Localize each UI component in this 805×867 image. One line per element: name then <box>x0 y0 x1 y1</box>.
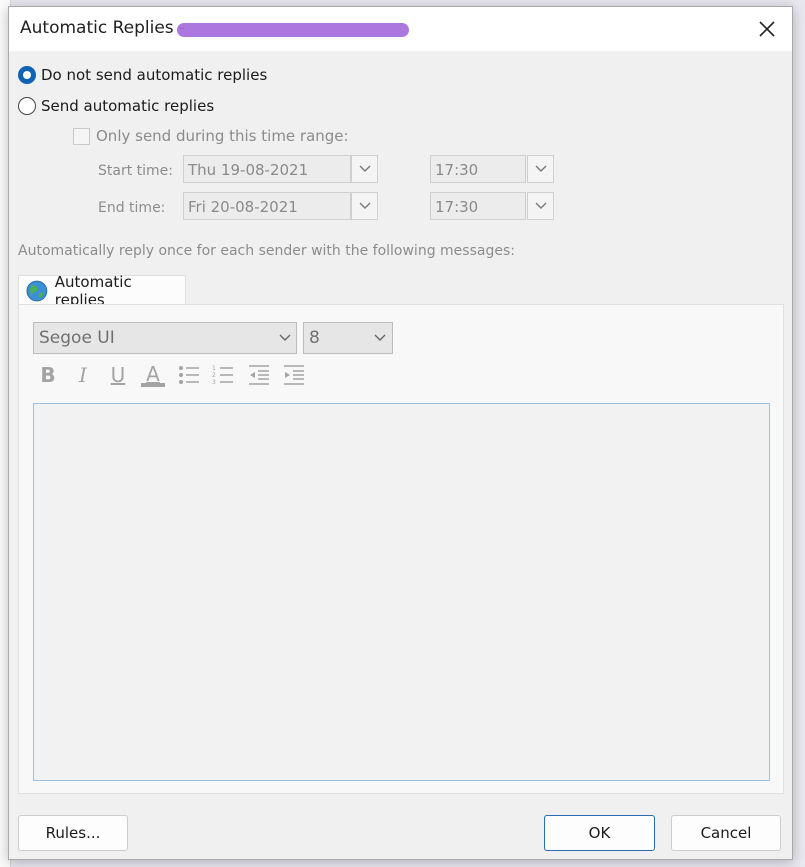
redacted-email <box>177 23 409 37</box>
start-time-dropdown[interactable] <box>527 155 554 183</box>
radio-send-replies[interactable]: Send automatic replies <box>18 97 214 115</box>
radio-selected-indicator <box>18 66 36 84</box>
underline-icon: U <box>110 363 126 387</box>
end-time-dropdown[interactable] <box>527 192 554 220</box>
italic-button[interactable]: I <box>69 361 97 389</box>
rules-button[interactable]: Rules... <box>18 815 128 851</box>
reply-editor-panel: Segoe UI 8 B I U A 1 2 3 <box>18 304 784 794</box>
bullet-list-icon <box>179 366 199 384</box>
radio-label: Do not send automatic replies <box>41 66 268 84</box>
close-button[interactable] <box>750 13 784 45</box>
close-icon <box>759 21 775 37</box>
start-time-label: Start time: <box>98 163 173 179</box>
radio-do-not-send[interactable]: Do not send automatic replies <box>18 66 267 84</box>
end-date-dropdown[interactable] <box>351 192 378 220</box>
end-date-field[interactable]: Fri 20-08-2021 <box>183 192 351 220</box>
checkbox-box <box>73 127 90 145</box>
font-color-button[interactable]: A <box>139 361 167 389</box>
numbering-button[interactable]: 1 2 3 <box>209 361 237 389</box>
chevron-down-icon <box>374 334 386 341</box>
chevron-down-icon <box>359 165 370 172</box>
dialog-title: Automatic Replies - <box>20 18 186 38</box>
tab-automatic-replies[interactable]: Automatic replies <box>18 273 186 309</box>
font-family-dropdown[interactable] <box>273 322 297 354</box>
svg-text:3: 3 <box>212 379 216 386</box>
svg-text:1: 1 <box>212 365 216 372</box>
start-date-field[interactable]: Thu 19-08-2021 <box>183 155 351 183</box>
chevron-down-icon <box>359 202 370 209</box>
increase-indent-icon <box>284 365 304 385</box>
underline-button[interactable]: U <box>104 361 132 389</box>
automatic-replies-dialog: Automatic Replies - Do not send automati… <box>8 6 793 860</box>
font-color-swatch <box>141 382 165 387</box>
decrease-indent-icon <box>249 365 269 385</box>
increase-indent-button[interactable] <box>280 361 308 389</box>
start-time-field[interactable]: 17:30 <box>430 155 526 183</box>
radio-indicator <box>18 97 36 115</box>
reply-hint-text: Automatically reply once for each sender… <box>18 243 515 259</box>
end-time-field[interactable]: 17:30 <box>430 192 526 220</box>
font-size-dropdown[interactable] <box>368 322 392 354</box>
chevron-down-icon <box>535 165 546 172</box>
italic-icon: I <box>79 363 87 387</box>
end-time-label: End time: <box>98 200 166 216</box>
globe-icon <box>26 280 48 302</box>
radio-label: Send automatic replies <box>41 97 215 115</box>
bold-icon: B <box>40 363 56 387</box>
time-range-checkbox[interactable]: Only send during this time range: <box>73 127 349 145</box>
chevron-down-icon <box>535 202 546 209</box>
bullets-button[interactable] <box>175 361 203 389</box>
bold-button[interactable]: B <box>34 361 62 389</box>
reply-message-editor[interactable] <box>33 403 770 781</box>
start-date-dropdown[interactable] <box>351 155 378 183</box>
svg-text:2: 2 <box>212 372 216 379</box>
numbered-list-icon: 1 2 3 <box>212 365 233 386</box>
title-bar: Automatic Replies - <box>9 7 792 51</box>
decrease-indent-button[interactable] <box>245 361 273 389</box>
font-color-icon: A <box>146 361 160 386</box>
ok-button[interactable]: OK <box>544 815 655 851</box>
checkbox-label: Only send during this time range: <box>96 127 349 145</box>
font-family-select[interactable]: Segoe UI <box>33 322 297 354</box>
cancel-button[interactable]: Cancel <box>671 815 781 851</box>
chevron-down-icon <box>279 334 291 341</box>
